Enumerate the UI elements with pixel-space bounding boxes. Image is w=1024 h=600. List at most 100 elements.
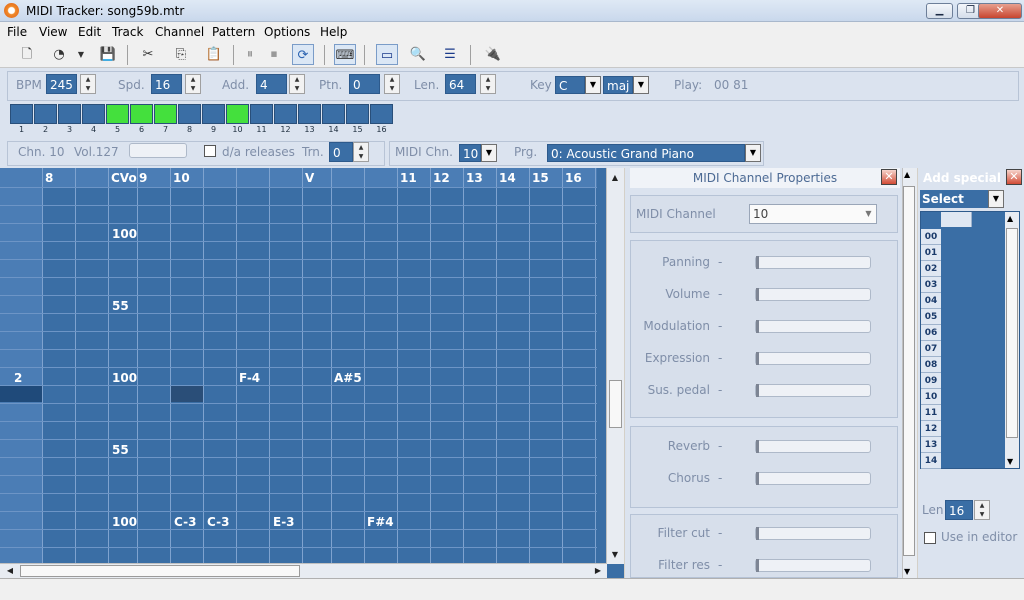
new-file-icon[interactable]: 🗋 bbox=[16, 44, 38, 65]
controller-slider[interactable] bbox=[755, 440, 871, 453]
special-row-number[interactable]: 13 bbox=[921, 437, 941, 453]
grid-cell[interactable]: 100 bbox=[112, 371, 137, 385]
special-row-number[interactable]: 10 bbox=[921, 389, 941, 405]
scroll-up-icon[interactable]: ▲ bbox=[607, 170, 623, 185]
grid-column-header[interactable]: 11 bbox=[400, 171, 417, 185]
transpose-spinner[interactable]: ▲ ▼ bbox=[353, 142, 369, 162]
close-icon[interactable]: ✕ bbox=[1006, 169, 1022, 185]
chevron-down-icon[interactable]: ▼ bbox=[585, 76, 601, 94]
grid-cell[interactable]: 100 bbox=[112, 515, 137, 529]
program-select[interactable]: 0: Acoustic Grand Piano bbox=[547, 144, 745, 162]
special-row-number[interactable]: 02 bbox=[921, 261, 941, 277]
scroll-thumb[interactable] bbox=[609, 380, 622, 428]
pause-icon[interactable]: ⏸ bbox=[239, 44, 261, 65]
chevron-down-icon[interactable]: ▼ bbox=[861, 205, 876, 223]
dropdown-arrow-icon[interactable]: ▼ bbox=[74, 44, 88, 65]
loop-icon[interactable]: ⟳ bbox=[292, 44, 314, 65]
controller-slider[interactable] bbox=[755, 256, 871, 269]
special-row-number[interactable]: 12 bbox=[921, 421, 941, 437]
scroll-thumb[interactable] bbox=[20, 565, 300, 577]
menu-track[interactable]: Track bbox=[112, 25, 143, 39]
save-icon[interactable]: 💾 bbox=[97, 44, 119, 65]
special-row-number[interactable]: 11 bbox=[921, 405, 941, 421]
grid-cell[interactable]: 55 bbox=[112, 443, 129, 457]
special-select[interactable]: Select bbox=[920, 190, 988, 208]
track-9-button[interactable] bbox=[202, 104, 225, 124]
close-icon[interactable]: ✕ bbox=[881, 169, 897, 185]
controller-slider[interactable] bbox=[755, 559, 871, 572]
pattern-grid[interactable] bbox=[0, 168, 624, 578]
special-row-number[interactable]: 07 bbox=[921, 341, 941, 357]
grid-cell[interactable]: C-3 bbox=[207, 515, 229, 529]
grid-cell[interactable]: 55 bbox=[112, 299, 129, 313]
menu-file[interactable]: File bbox=[7, 25, 27, 39]
menu-edit[interactable]: Edit bbox=[78, 25, 101, 39]
scroll-down-icon[interactable]: ▼ bbox=[607, 547, 623, 562]
track-1-button[interactable] bbox=[10, 104, 33, 124]
open-file-icon[interactable]: ◔ bbox=[48, 44, 70, 65]
controller-slider[interactable] bbox=[755, 320, 871, 333]
grid-vertical-scrollbar[interactable] bbox=[606, 168, 624, 564]
chevron-down-icon[interactable]: ▼ bbox=[745, 144, 761, 162]
grid-column-header[interactable]: 9 bbox=[139, 171, 147, 185]
track-10-button[interactable] bbox=[226, 104, 249, 124]
track-14-button[interactable] bbox=[322, 104, 345, 124]
use-in-editor-checkbox[interactable] bbox=[924, 532, 936, 544]
grid-column-header[interactable]: CVo bbox=[111, 171, 137, 185]
da-releases-checkbox[interactable] bbox=[204, 145, 216, 157]
properties-icon[interactable]: 🔍 bbox=[407, 44, 429, 65]
special-len-spinner[interactable]: ▲ ▼ bbox=[974, 500, 990, 520]
scroll-down-icon[interactable]: ▼ bbox=[1007, 457, 1013, 466]
controller-slider[interactable] bbox=[755, 288, 871, 301]
grid-column-header[interactable]: 10 bbox=[173, 171, 190, 185]
menu-channel[interactable]: Channel bbox=[155, 25, 204, 39]
scroll-up-icon[interactable]: ▲ bbox=[1007, 214, 1013, 223]
menu-options[interactable]: Options bbox=[264, 25, 310, 39]
add-spinner[interactable]: ▲ ▼ bbox=[289, 74, 305, 94]
special-row-number[interactable]: 01 bbox=[921, 245, 941, 261]
list-view-icon[interactable]: ☰ bbox=[439, 44, 461, 65]
grid-column-header[interactable]: V bbox=[305, 171, 314, 185]
stop-icon[interactable]: ⏹ bbox=[263, 44, 285, 65]
controller-slider[interactable] bbox=[755, 384, 871, 397]
grid-column-header[interactable]: 12 bbox=[433, 171, 450, 185]
track-3-button[interactable] bbox=[58, 104, 81, 124]
controller-slider[interactable] bbox=[755, 527, 871, 540]
special-row-number[interactable]: 08 bbox=[921, 357, 941, 373]
midi-plug-icon[interactable]: 🔌 bbox=[482, 44, 504, 65]
chevron-down-icon[interactable]: ▼ bbox=[481, 144, 497, 162]
scroll-down-icon[interactable]: ▼ bbox=[904, 567, 910, 576]
special-len-input[interactable]: 16 bbox=[945, 500, 973, 520]
track-13-button[interactable] bbox=[298, 104, 321, 124]
grid-column-header[interactable]: 16 bbox=[565, 171, 582, 185]
track-5-button[interactable] bbox=[106, 104, 129, 124]
menu-help[interactable]: Help bbox=[320, 25, 347, 39]
grid-column-header[interactable]: 8 bbox=[45, 171, 53, 185]
grid-column-header[interactable]: 15 bbox=[532, 171, 549, 185]
midi-chn-select[interactable]: 10 bbox=[459, 144, 481, 162]
grid-cell[interactable]: 100 bbox=[112, 227, 137, 241]
track-8-button[interactable] bbox=[178, 104, 201, 124]
track-7-button[interactable] bbox=[154, 104, 177, 124]
add-input[interactable]: 4 bbox=[256, 74, 287, 94]
grid-cell[interactable]: C-3 bbox=[174, 515, 196, 529]
chevron-down-icon[interactable]: ▼ bbox=[988, 190, 1004, 208]
track-2-button[interactable] bbox=[34, 104, 57, 124]
length-input[interactable]: 64 bbox=[445, 74, 476, 94]
minimize-button[interactable]: ▁ bbox=[926, 3, 953, 19]
scroll-right-icon[interactable]: ▶ bbox=[590, 563, 606, 578]
track-6-button[interactable] bbox=[130, 104, 153, 124]
special-row-number[interactable]: 14 bbox=[921, 453, 941, 469]
special-row-number[interactable]: 04 bbox=[921, 293, 941, 309]
mode-select[interactable]: maj bbox=[603, 76, 633, 94]
track-15-button[interactable] bbox=[346, 104, 369, 124]
special-row-number[interactable]: 06 bbox=[921, 325, 941, 341]
track-4-button[interactable] bbox=[82, 104, 105, 124]
special-row-number[interactable]: 05 bbox=[921, 309, 941, 325]
menu-view[interactable]: View bbox=[39, 25, 67, 39]
special-row-number[interactable]: 09 bbox=[921, 373, 941, 389]
grid-cell[interactable]: F#4 bbox=[367, 515, 394, 529]
bpm-input[interactable]: 245 bbox=[46, 74, 77, 94]
pattern-input[interactable]: 0 bbox=[349, 74, 380, 94]
scroll-up-icon[interactable]: ▲ bbox=[904, 170, 910, 179]
